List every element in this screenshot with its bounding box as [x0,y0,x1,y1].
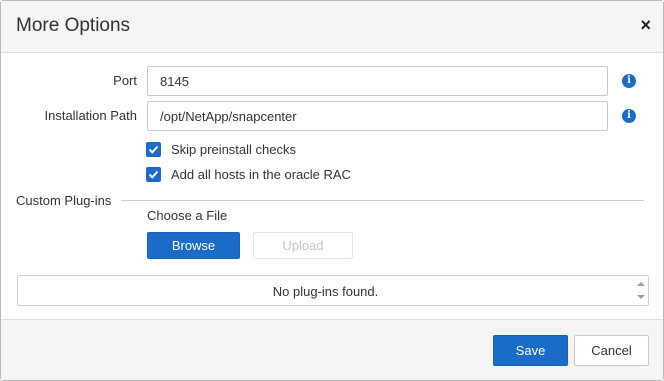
scroll-down-icon[interactable] [637,295,645,299]
checkmark-icon [148,145,159,154]
add-all-hosts-label: Add all hosts in the oracle RAC [171,167,351,182]
checkmark-icon [148,170,159,179]
installation-path-label: Installation Path [44,108,137,123]
port-info-icon[interactable]: i [622,74,636,88]
custom-plugins-title: Custom Plug-ins [16,193,112,208]
upload-button: Upload [253,232,353,259]
port-input[interactable] [147,66,608,96]
more-options-dialog: More Options × Port i Installation Path … [0,0,664,381]
installation-path-info-icon[interactable]: i [622,109,636,123]
installation-path-input[interactable] [147,101,608,131]
plugin-list-empty-message: No plug-ins found. [272,284,379,299]
save-button[interactable]: Save [493,335,568,366]
dialog-footer: Save Cancel [1,319,663,380]
skip-preinstall-label: Skip preinstall checks [171,142,296,157]
dialog-header: More Options × [1,1,663,53]
add-all-hosts-checkbox[interactable] [146,167,161,182]
dialog-title: More Options [16,15,131,36]
close-icon[interactable]: × [640,15,651,35]
section-divider [121,200,644,201]
plugin-list: No plug-ins found. [17,275,649,306]
scroll-up-icon[interactable] [637,282,645,286]
skip-preinstall-checkbox[interactable] [146,142,161,157]
browse-button[interactable]: Browse [147,232,240,259]
plugin-list-scrollbar[interactable] [634,276,648,305]
cancel-button[interactable]: Cancel [574,335,649,366]
port-label: Port [113,73,137,88]
choose-file-label: Choose a File [147,208,228,223]
